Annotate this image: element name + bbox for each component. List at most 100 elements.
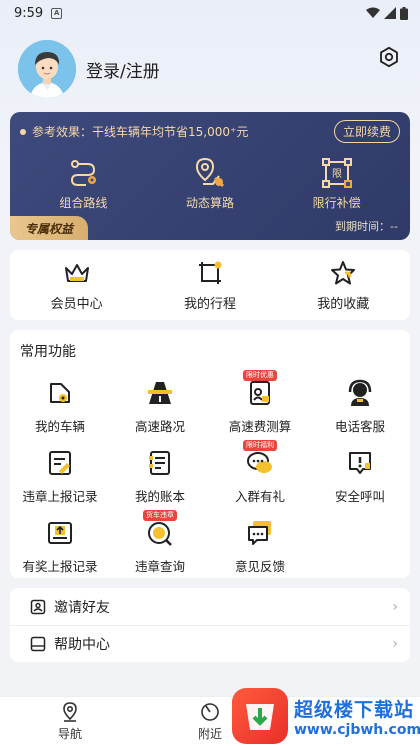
quick-item-member-center[interactable]: 会员中心: [17, 259, 137, 312]
chevron-right-icon: ›: [392, 636, 398, 652]
quick-item-my-favorites[interactable]: 我的收藏: [283, 259, 403, 312]
login-register-link[interactable]: 登录/注册: [86, 57, 160, 82]
vip-feature-dynamic-route[interactable]: 动态算路: [150, 156, 270, 211]
avatar[interactable]: [18, 40, 76, 98]
exclusive-benefits-tag: 专属权益: [10, 216, 88, 240]
watermark-title: 超级楼下载站: [294, 698, 415, 721]
func-label: 违章查询: [134, 559, 185, 574]
quick-access-card: 会员中心 我的行程 我的收藏: [10, 250, 410, 320]
vip-features: 组合路线 动态算路 限 限行补偿: [10, 156, 410, 211]
violation-report-icon: [49, 451, 71, 475]
signal-icon: [384, 7, 396, 19]
feedback-icon: [248, 521, 271, 545]
highway-icon: [148, 382, 172, 404]
func-label: 我的账本: [134, 489, 185, 504]
list-item-label: 邀请好友: [54, 599, 110, 616]
safety-call-icon: [349, 452, 371, 474]
settings-list: 邀请好友 › 帮助中心 ›: [10, 588, 410, 662]
func-join-group[interactable]: 限时福利 入群有礼: [210, 440, 310, 505]
list-item-label: 帮助中心: [54, 637, 110, 653]
func-label: 我的车辆: [34, 419, 85, 434]
vip-feature-label: 限行补偿: [312, 196, 361, 210]
watermark-logo-icon: [232, 688, 288, 744]
notification-icon: A: [51, 7, 63, 19]
download-arrow-icon: [246, 704, 274, 730]
quick-item-my-trips[interactable]: 我的行程: [150, 259, 270, 312]
wifi-icon: [366, 7, 380, 18]
trip-icon: [198, 261, 222, 284]
vip-feature-restriction-compensation[interactable]: 限 限行补偿: [277, 156, 397, 211]
status-time: 9:59: [14, 5, 44, 21]
toll-calc-icon: [250, 381, 270, 405]
func-label: 有奖上报记录: [22, 559, 98, 574]
func-icon-wrap: [245, 518, 275, 548]
func-my-vehicle[interactable]: 我的车辆: [10, 378, 110, 435]
navigation-icon: [63, 702, 77, 722]
func-highway-status[interactable]: 高速路况: [110, 378, 210, 435]
invite-icon: [30, 599, 46, 614]
renew-button[interactable]: 立即续费: [333, 120, 400, 143]
vip-feature-label: 组合路线: [59, 196, 108, 210]
battery-icon: [400, 6, 408, 20]
tab-label: 导航: [57, 727, 82, 741]
chevron-right-icon: ›: [392, 598, 398, 615]
func-icon-wrap: [45, 378, 75, 408]
func-icon-wrap: [145, 378, 175, 408]
func-toll-calculator[interactable]: 限时优惠 高速费测算: [210, 370, 310, 435]
restriction-compensation-icon: 限: [321, 158, 352, 188]
func-label: 高速费测算: [228, 419, 292, 434]
vip-effect-text: 参考效果：干线车辆年均节省15,000⁺元: [32, 125, 249, 139]
func-icon-wrap: [45, 518, 75, 548]
common-functions-card: 常用功能 我的车辆 高速路况 限时优惠 高速费测算 电话客服 违章上报记录 我的…: [10, 330, 410, 578]
list-item-invite-friends[interactable]: 邀请好友 ›: [10, 588, 410, 625]
profile-header[interactable]: 登录/注册: [18, 40, 160, 98]
group-chat-icon: [247, 452, 272, 473]
func-label: 高速路况: [134, 419, 185, 434]
quick-item-label: 我的行程: [183, 296, 236, 312]
func-phone-service[interactable]: 电话客服: [310, 378, 410, 435]
list-item-help-center[interactable]: 帮助中心 ›: [10, 625, 410, 662]
status-bar: 9:59 A: [0, 0, 420, 26]
expiry-time: 到期时间：--: [335, 220, 398, 233]
func-label: 违章上报记录: [22, 489, 98, 504]
combined-route-icon: [71, 160, 97, 186]
status-left: 9:59 A: [14, 5, 63, 21]
func-reward-report-records[interactable]: 有奖上报记录: [10, 518, 110, 575]
tab-label: 附近: [197, 727, 222, 741]
quick-item-label: 会员中心: [50, 296, 103, 312]
vip-feature-combined-route[interactable]: 组合路线: [23, 156, 143, 211]
vip-feature-label: 动态算路: [185, 196, 234, 210]
func-violation-query[interactable]: 货车违章 违章查询: [110, 510, 210, 575]
violation-query-icon: [148, 522, 172, 546]
func-icon-wrap: [345, 448, 375, 478]
my-vehicle-icon: [50, 383, 70, 403]
func-my-ledger[interactable]: 我的账本: [110, 448, 210, 505]
watermark-text: 超级楼下载站 www.cjbwh.com: [294, 695, 420, 738]
quick-item-label: 我的收藏: [317, 296, 370, 312]
status-right: [366, 6, 408, 20]
func-icon-wrap: 限时优惠: [243, 370, 277, 408]
func-label: 入群有礼: [234, 489, 285, 504]
func-icon-wrap: [145, 448, 175, 478]
func-label: 安全呼叫: [334, 489, 385, 504]
settings-icon[interactable]: [378, 46, 400, 68]
func-feedback[interactable]: 意见反馈: [210, 518, 310, 575]
nearby-icon: [201, 703, 219, 721]
avatar-illustration-icon: [18, 40, 76, 98]
vip-dot: [20, 128, 26, 135]
func-label: 电话客服: [334, 419, 385, 434]
dynamic-route-icon: [195, 157, 225, 188]
section-title: 常用功能: [20, 344, 76, 360]
func-violation-report-records[interactable]: 违章上报记录: [10, 448, 110, 505]
func-icon-wrap: [345, 378, 375, 408]
vip-effect: 参考效果：干线车辆年均节省15,000⁺元: [20, 123, 248, 140]
func-icon-wrap: 限时福利: [243, 440, 277, 478]
tab-navigation[interactable]: 导航: [0, 697, 140, 746]
vip-card[interactable]: 参考效果：干线车辆年均节省15,000⁺元 立即续费 组合路线 动态算路 限 限…: [10, 112, 410, 240]
reward-report-icon: [48, 522, 72, 544]
func-safety-call[interactable]: 安全呼叫: [310, 448, 410, 505]
promo-badge: 限时福利: [243, 440, 277, 451]
svg-text:限: 限: [332, 168, 342, 180]
crown-icon: [64, 263, 89, 282]
func-icon-wrap: [45, 448, 75, 478]
